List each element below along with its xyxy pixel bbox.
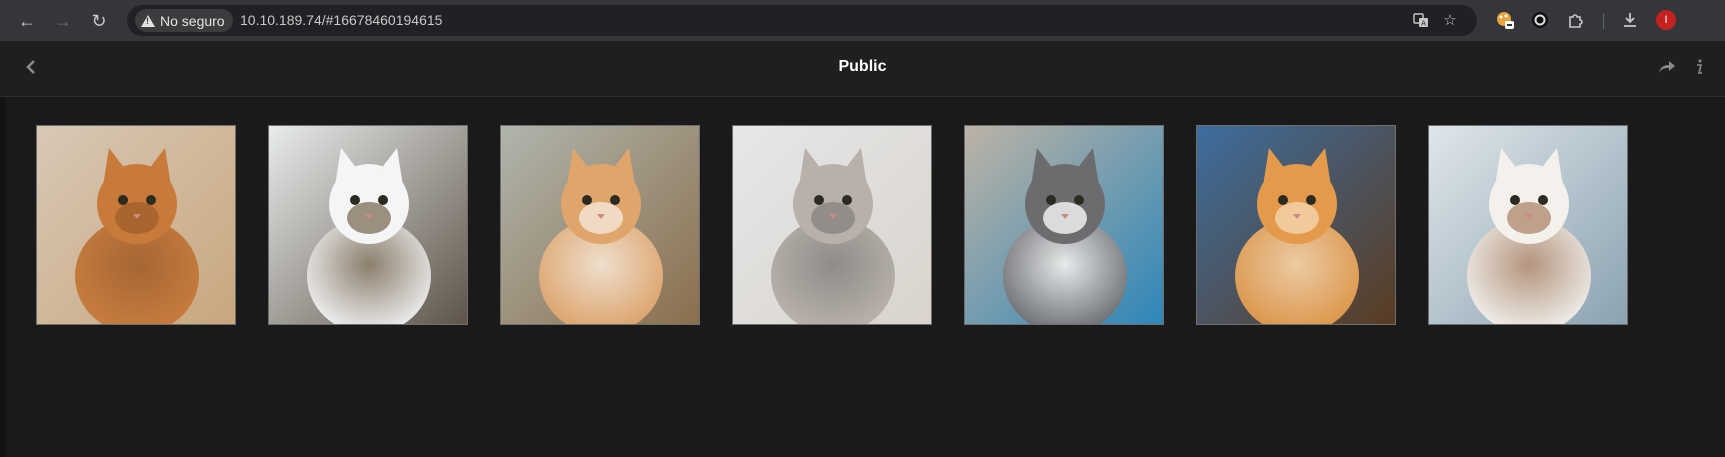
photo-thumbnail[interactable] bbox=[500, 125, 700, 325]
reload-icon[interactable]: ↻ bbox=[86, 8, 112, 34]
security-chip[interactable]: No seguro bbox=[135, 9, 233, 32]
svg-text:A: A bbox=[1421, 20, 1426, 28]
extension-icon[interactable] bbox=[1494, 9, 1516, 31]
photo-thumbnail[interactable] bbox=[36, 125, 236, 325]
warning-icon bbox=[141, 14, 155, 27]
photo-thumbnail[interactable] bbox=[964, 125, 1164, 325]
bookmark-star-icon[interactable]: ☆ bbox=[1439, 9, 1461, 31]
browser-toolbar: ← → ↻ No seguro 10.10.189.74/#1667846019… bbox=[0, 0, 1725, 41]
back-arrow-icon[interactable]: ← bbox=[14, 8, 40, 34]
photo-image bbox=[501, 126, 699, 324]
extension-icon[interactable] bbox=[1529, 9, 1551, 31]
forward-arrow-icon[interactable]: → bbox=[50, 8, 76, 34]
album-header: Public bbox=[0, 41, 1725, 97]
photo-image bbox=[965, 126, 1163, 324]
translate-icon[interactable]: A bbox=[1410, 9, 1432, 31]
photo-thumbnail[interactable] bbox=[732, 125, 932, 325]
security-label: No seguro bbox=[160, 12, 225, 29]
photo-image bbox=[1197, 126, 1395, 324]
toolbar-divider bbox=[1603, 13, 1604, 29]
address-bar[interactable]: No seguro 10.10.189.74/#16678460194615 A… bbox=[127, 5, 1477, 36]
page-title: Public bbox=[838, 58, 887, 75]
photo-image bbox=[733, 126, 931, 324]
photo-image bbox=[269, 126, 467, 324]
download-icon[interactable] bbox=[1619, 9, 1641, 31]
photo-thumbnail[interactable] bbox=[268, 125, 468, 325]
url-text[interactable]: 10.10.189.74/#16678460194615 bbox=[240, 12, 442, 28]
photo-thumbnail[interactable] bbox=[1196, 125, 1396, 325]
photo-image bbox=[1429, 126, 1627, 324]
photo-image bbox=[37, 126, 235, 324]
share-icon[interactable] bbox=[1656, 56, 1678, 78]
photo-thumbnail[interactable] bbox=[1428, 125, 1628, 325]
puzzle-icon[interactable] bbox=[1565, 9, 1587, 31]
window-edge bbox=[0, 41, 5, 457]
profile-avatar[interactable]: I bbox=[1656, 10, 1676, 30]
info-icon[interactable] bbox=[1688, 56, 1710, 78]
